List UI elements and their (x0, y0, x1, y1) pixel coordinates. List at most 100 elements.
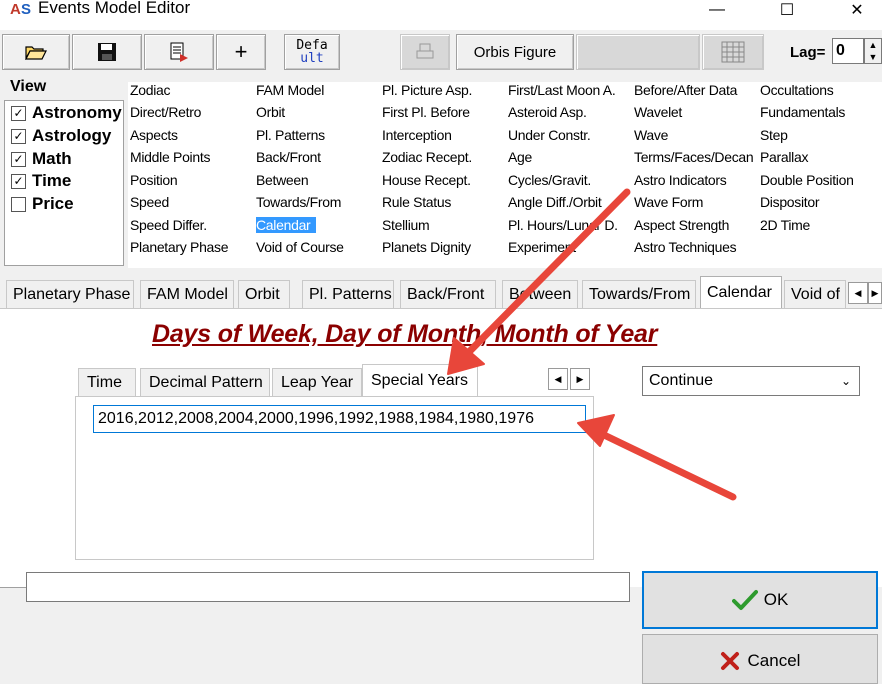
blank-toolbar-button[interactable] (576, 34, 700, 70)
tab-back-front[interactable]: Back/Front (400, 280, 496, 308)
model-item[interactable]: Zodiac (130, 82, 171, 98)
model-item[interactable]: Angle Diff./Orbit (508, 194, 602, 210)
mode-select[interactable]: Continue ⌄ (642, 366, 860, 396)
model-item[interactable]: Speed (130, 194, 169, 210)
model-item[interactable]: Calendar (256, 217, 317, 233)
model-item[interactable]: Planetary Phase (130, 239, 229, 255)
model-item[interactable]: Occultations (760, 82, 834, 98)
model-item[interactable]: Wave (634, 127, 668, 143)
export-button[interactable] (144, 34, 214, 70)
close-button[interactable]: ✕ (834, 0, 880, 20)
inner-tab-time[interactable]: Time (78, 368, 136, 396)
model-item[interactable]: Planets Dignity (382, 239, 471, 255)
model-item[interactable]: Orbit (256, 104, 285, 120)
model-item[interactable]: FAM Model (256, 82, 324, 98)
view-item-time[interactable]: ✓ Time (11, 171, 71, 191)
inner-tab-special-years[interactable]: Special Years (362, 364, 478, 397)
model-item[interactable]: Zodiac Recept. (382, 149, 472, 165)
export-document-icon (170, 42, 188, 62)
calculator-button[interactable] (702, 34, 764, 70)
inner-tab-leap-year[interactable]: Leap Year (272, 368, 362, 396)
view-item-label: Price (32, 194, 74, 213)
tab-orbit[interactable]: Orbit (238, 280, 290, 308)
lag-input[interactable]: 0 (832, 38, 864, 64)
view-item-label: Astronomy (32, 103, 122, 122)
model-item[interactable]: Double Position (760, 172, 854, 188)
model-item[interactable]: House Recept. (382, 172, 471, 188)
model-item[interactable]: Asteroid Asp. (508, 104, 587, 120)
model-item[interactable]: Pl. Hours/Lunar D. (508, 217, 618, 233)
tab-scroll-left-button[interactable]: ◀ (848, 282, 868, 304)
tab-scroll-right-button[interactable]: ▶ (868, 282, 882, 304)
model-item[interactable]: Cycles/Gravit. (508, 172, 591, 188)
astronomy-checkbox[interactable]: ✓ (11, 105, 26, 121)
price-checkbox[interactable] (11, 196, 26, 212)
default-button[interactable]: Defa ult (284, 34, 340, 70)
time-checkbox[interactable]: ✓ (11, 173, 26, 189)
model-item[interactable]: Position (130, 172, 178, 188)
special-years-input[interactable]: 2016,2012,2008,2004,2000,1996,1992,1988,… (93, 405, 586, 433)
model-item[interactable]: Towards/From (256, 194, 341, 210)
model-item[interactable]: 2D Time (760, 217, 810, 233)
model-item[interactable]: Before/After Data (634, 82, 737, 98)
view-item-astrology[interactable]: ✓ Astrology (11, 126, 111, 146)
math-checkbox[interactable]: ✓ (11, 151, 26, 167)
minimize-button[interactable]: — (694, 0, 740, 20)
model-item[interactable]: Step (760, 127, 788, 143)
floppy-disk-icon (98, 43, 116, 61)
model-item[interactable]: Wavelet (634, 104, 682, 120)
model-item[interactable]: Wave Form (634, 194, 703, 210)
model-item[interactable]: Astro Indicators (634, 172, 727, 188)
view-item-astronomy[interactable]: ✓ Astronomy (11, 103, 122, 123)
view-item-math[interactable]: ✓ Math (11, 149, 72, 169)
tab-pl-patterns[interactable]: Pl. Patterns (302, 280, 394, 308)
model-item[interactable]: Aspects (130, 127, 178, 143)
model-item[interactable]: First Pl. Before (382, 104, 470, 120)
add-button[interactable]: + (216, 34, 266, 70)
x-icon (720, 652, 739, 670)
cancel-button[interactable]: Cancel (642, 634, 878, 684)
model-item[interactable]: Pl. Patterns (256, 127, 325, 143)
inner-tab-scroll-left-button[interactable]: ◀ (548, 368, 568, 390)
astrology-checkbox[interactable]: ✓ (11, 128, 26, 144)
calculator-grid-icon (721, 41, 745, 63)
model-item[interactable]: Fundamentals (760, 104, 845, 120)
save-button[interactable] (72, 34, 142, 70)
model-item[interactable]: Rule Status (382, 194, 451, 210)
tab-void-of-course[interactable]: Void of ( (784, 280, 846, 308)
tab-calendar[interactable]: Calendar (700, 276, 782, 309)
model-item[interactable]: Pl. Picture Asp. (382, 82, 472, 98)
maximize-button[interactable]: ☐ (764, 0, 810, 20)
tab-towards-from[interactable]: Towards/From (582, 280, 696, 308)
model-item[interactable]: Aspect Strength (634, 217, 729, 233)
inner-tab-scroll-right-button[interactable]: ▶ (570, 368, 590, 390)
model-item[interactable]: Interception (382, 127, 452, 143)
model-item[interactable]: Void of Course (256, 239, 344, 255)
model-item[interactable]: Astro Techniques (634, 239, 737, 255)
model-item[interactable]: Under Constr. (508, 127, 591, 143)
view-item-price[interactable]: Price (11, 194, 74, 214)
model-item[interactable]: Dispositor (760, 194, 820, 210)
model-item[interactable]: Back/Front (256, 149, 321, 165)
open-button[interactable] (2, 34, 70, 70)
model-item[interactable]: Parallax (760, 149, 808, 165)
model-item[interactable]: Speed Differ. (130, 217, 207, 233)
model-item[interactable]: Middle Points (130, 149, 210, 165)
orbis-figure-button[interactable]: Orbis Figure (456, 34, 574, 70)
model-item[interactable]: Experiment (508, 239, 576, 255)
tab-between[interactable]: Between (502, 280, 578, 308)
model-item[interactable]: First/Last Moon A. (508, 82, 616, 98)
view-item-label: Astrology (32, 126, 112, 145)
tab-fam-model[interactable]: FAM Model (140, 280, 234, 308)
model-item[interactable]: Between (256, 172, 309, 188)
model-item[interactable]: Terms/Faces/Decan (634, 149, 754, 165)
print-button[interactable] (400, 34, 450, 70)
lag-stepper[interactable]: ▲ ▼ (864, 38, 882, 64)
ok-button[interactable]: OK (642, 571, 878, 629)
svg-text:A: A (10, 1, 21, 16)
tab-planetary-phase[interactable]: Planetary Phase (6, 280, 134, 308)
model-item[interactable]: Age (508, 149, 532, 165)
model-item[interactable]: Direct/Retro (130, 104, 201, 120)
inner-tab-decimal-pattern[interactable]: Decimal Pattern (140, 368, 270, 396)
model-item[interactable]: Stellium (382, 217, 430, 233)
